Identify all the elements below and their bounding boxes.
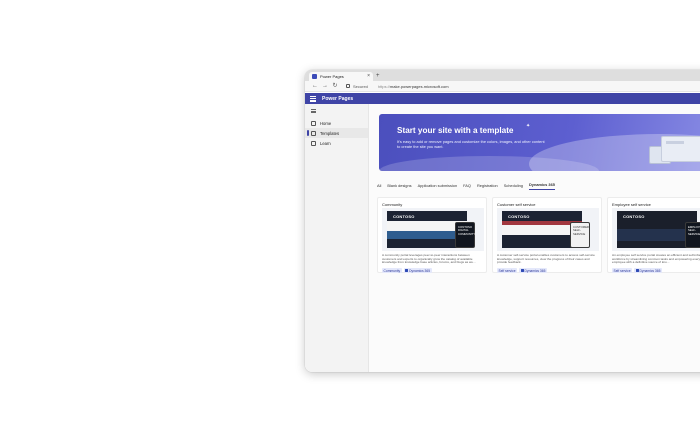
back-icon[interactable]: ← — [310, 83, 320, 89]
templates-icon — [311, 130, 316, 136]
sidebar-item-templates[interactable]: Templates — [305, 128, 368, 138]
thumbnail-phone: CONTOSO DIGITAL COMMUNITY — [455, 222, 475, 248]
tab-blank-designs[interactable]: Blank designs — [387, 183, 411, 190]
tab-application-submission[interactable]: Application submission — [418, 183, 458, 190]
card-thumbnail: CONTOSO CONTOSO DIGITAL COMMUNITY — [382, 208, 484, 251]
sparkle-icon: ✦ — [526, 123, 531, 129]
thumbnail-phone: CUSTOMER SELF-SERVICE — [570, 222, 590, 248]
lock-icon — [346, 84, 350, 88]
dynamics-365-icon — [405, 269, 409, 272]
card-title: Employee self service — [612, 202, 651, 207]
card-tags: Self service Dynamics 365 — [497, 268, 549, 273]
sidebar-item-label: Home — [320, 120, 332, 126]
card-description: A community portal leverages peer-to-pee… — [382, 254, 476, 264]
learn-icon — [311, 140, 316, 146]
template-card-employee-self-service[interactable]: Employee self service CONTOSO EMPLOYEE S… — [607, 197, 700, 273]
thumbnail-phone: EMPLOYEE SELF-SERVICE — [685, 222, 700, 248]
template-card-community[interactable]: Community CONTOSO CONTOSO DIGITAL COMMUN… — [377, 197, 487, 273]
secured-label: Secured — [353, 83, 368, 89]
forward-icon[interactable]: → — [320, 83, 330, 89]
tab-faq[interactable]: FAQ — [463, 183, 471, 190]
hamburger-icon[interactable] — [311, 109, 316, 113]
thumbnail-brand: CONTOSO — [508, 214, 530, 219]
tag-badge-dynamics: Dynamics 365 — [403, 268, 432, 273]
main-content: Start your site with a template ✦ It's e… — [369, 104, 700, 372]
card-tags: Self service Dynamics 365 — [612, 268, 664, 273]
sidebar-item-label: Learn — [320, 140, 331, 146]
sidebar: Home Templates Learn — [305, 104, 369, 372]
sidebar-item-label: Templates — [320, 130, 340, 136]
card-thumbnail: CONTOSO EMPLOYEE SELF-SERVICE — [612, 208, 700, 251]
app-launcher-icon[interactable] — [310, 95, 316, 102]
template-card-customer-self-service[interactable]: Customer self service CONTOSO CUSTOMER S… — [492, 197, 602, 273]
tab-all[interactable]: All — [377, 183, 381, 190]
sidebar-nav: Home Templates Learn — [305, 118, 368, 148]
tag-badge: Self service — [497, 268, 518, 273]
card-thumbnail: CONTOSO CUSTOMER SELF-SERVICE — [497, 208, 599, 251]
dynamics-365-icon — [520, 269, 524, 272]
address-bar-row: ← → ↻ Secured https://make.powerpages.mi… — [305, 81, 700, 92]
tab-dynamics-365[interactable]: Dynamics 365 — [528, 182, 555, 190]
filter-tabs: All Blank designs Application submission… — [377, 182, 561, 190]
power-pages-favicon-icon — [312, 74, 317, 79]
new-tab-button[interactable]: + — [376, 72, 380, 80]
home-icon — [311, 120, 316, 126]
sidebar-item-home[interactable]: Home — [305, 118, 368, 128]
sidebar-item-learn[interactable]: Learn — [305, 138, 368, 148]
tab-registration[interactable]: Registration — [477, 183, 498, 190]
hero-banner: Start your site with a template ✦ It's e… — [379, 114, 700, 171]
close-tab-icon[interactable]: × — [367, 74, 370, 79]
hero-description: It's easy to add or remove pages and cus… — [397, 139, 545, 150]
url-scheme: https:// — [377, 83, 390, 89]
thumbnail-phone-text: CUSTOMER SELF-SERVICE — [573, 225, 589, 236]
laptop-illustration — [661, 136, 700, 162]
thumbnail-phone-text: CONTOSO DIGITAL COMMUNITY — [458, 225, 476, 236]
browser-tab[interactable]: Power Pages × — [309, 72, 373, 81]
card-description: A customer self-service portal enables c… — [497, 254, 595, 264]
browser-window: Power Pages × + ← → ↻ Secured https://ma… — [305, 70, 700, 372]
tag-badge: Community — [382, 268, 402, 273]
tab-title: Power Pages — [320, 74, 344, 79]
dynamics-365-icon — [635, 269, 639, 272]
refresh-icon[interactable]: ↻ — [330, 83, 340, 89]
url-host: make.powerpages.microsoft.com — [389, 83, 449, 89]
tag-badge: Self service — [612, 268, 633, 273]
tab-bar: Power Pages × + — [305, 70, 700, 81]
card-tags: Community Dynamics 365 — [382, 268, 434, 273]
tag-badge-dynamics: Dynamics 365 — [519, 268, 547, 273]
app-header: Power Pages — [305, 93, 700, 104]
thumbnail-phone-text: EMPLOYEE SELF-SERVICE — [688, 225, 700, 236]
tag-badge-dynamics: Dynamics 365 — [634, 268, 662, 273]
tab-scheduling[interactable]: Scheduling — [504, 183, 523, 190]
card-description: An employee self service portal creates … — [612, 254, 700, 264]
thumbnail-brand: CONTOSO — [623, 214, 645, 219]
card-title: Community — [382, 202, 403, 207]
thumbnail-brand: CONTOSO — [393, 214, 415, 219]
app-name: Power Pages — [322, 95, 354, 102]
address-input[interactable]: https://make.powerpages.microsoft.com — [378, 84, 449, 89]
hero-title: Start your site with a template — [397, 126, 514, 135]
card-title: Customer self service — [497, 202, 536, 207]
